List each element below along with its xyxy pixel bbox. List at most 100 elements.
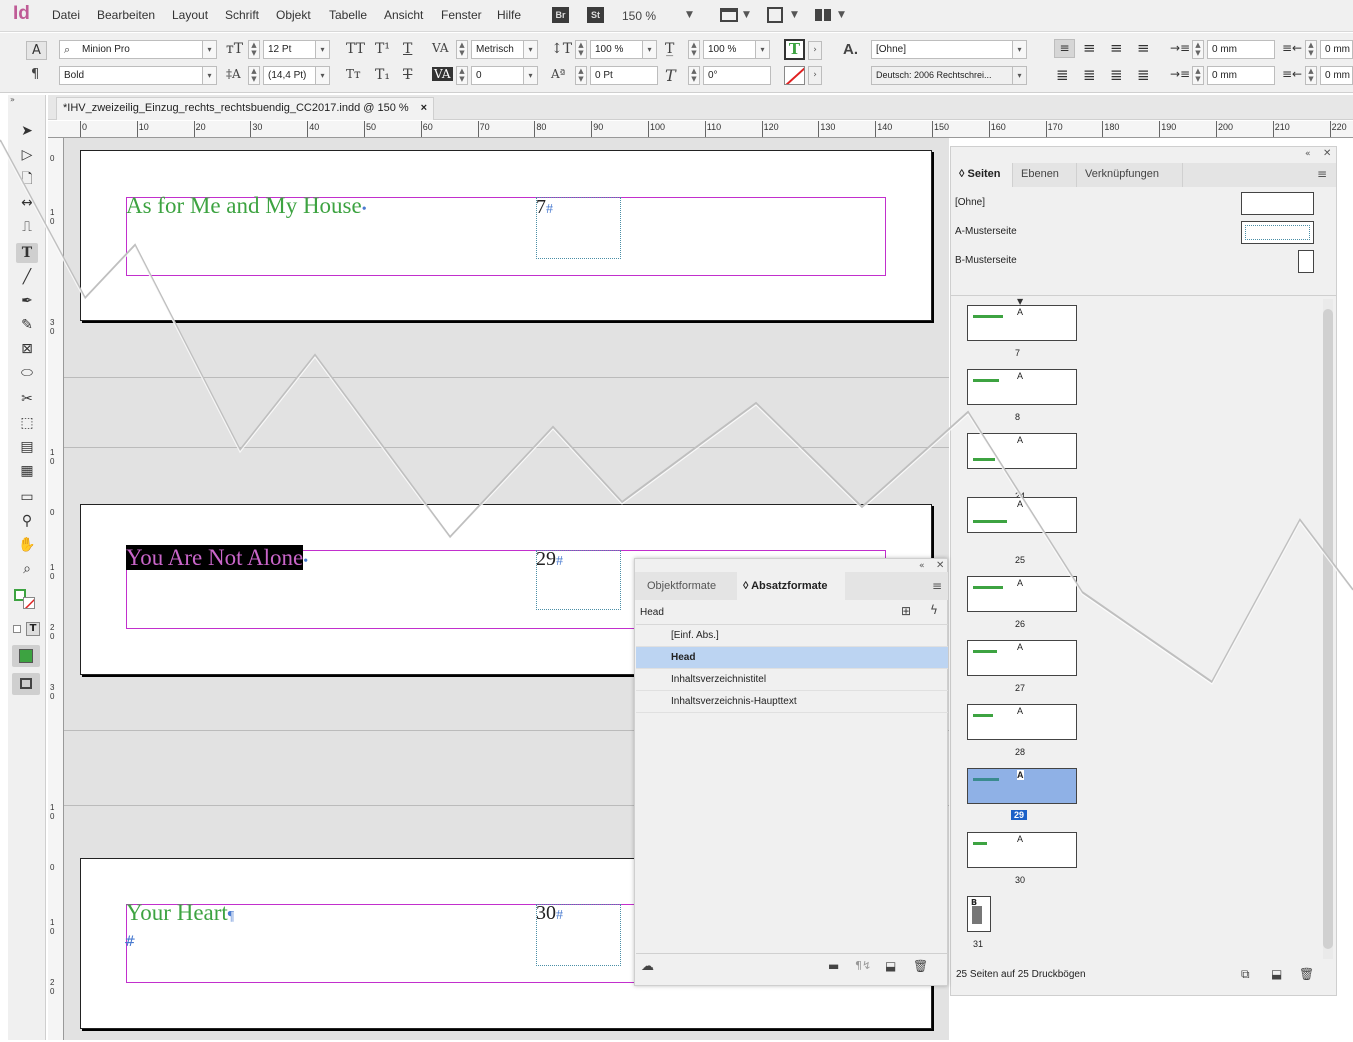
document-tab[interactable]: *IHV_zweizeilig_Einzug_rechts_rechtsbuen… bbox=[56, 97, 435, 120]
style-item-head-selected[interactable]: Head bbox=[636, 647, 948, 669]
stroke-color-dropdown[interactable]: › bbox=[808, 66, 822, 85]
delete-style-icon[interactable]: 🗑 bbox=[913, 959, 928, 973]
tracking-dropdown[interactable]: ▾ bbox=[523, 66, 538, 85]
page-tool-icon[interactable]: 🗋 bbox=[16, 169, 38, 189]
zoom-level[interactable]: 150 % bbox=[622, 9, 656, 23]
chevron-down-icon[interactable]: ▼ bbox=[838, 10, 845, 20]
page-thumb-8[interactable]: A bbox=[967, 369, 1077, 405]
font-family-field[interactable]: Minion Pro bbox=[59, 40, 203, 59]
language-field[interactable]: Deutsch: 2006 Rechtschrei... bbox=[871, 66, 1013, 85]
scissors-tool-icon[interactable]: ✂ bbox=[16, 389, 38, 409]
last-line-indent-field[interactable]: 0 mm bbox=[1320, 66, 1353, 85]
collapse-toolbox-icon[interactable]: » bbox=[10, 95, 15, 104]
first-line-indent-field[interactable]: 0 mm bbox=[1207, 66, 1275, 85]
master-none-thumb[interactable] bbox=[1241, 192, 1314, 215]
all-caps-icon[interactable]: TT bbox=[346, 41, 365, 57]
font-style-field[interactable]: Bold bbox=[59, 66, 203, 85]
vertical-scale-dropdown[interactable]: ▾ bbox=[642, 40, 657, 59]
tracking-stepper[interactable]: ▲ ▼ bbox=[456, 66, 468, 85]
font-size-dropdown[interactable]: ▾ bbox=[315, 40, 330, 59]
menu-datei[interactable]: Datei bbox=[52, 8, 80, 22]
character-style-field[interactable]: [Ohne] bbox=[871, 40, 1013, 59]
baseline-shift-stepper[interactable]: ▲ ▼ bbox=[575, 66, 587, 85]
paragraph-mode-button[interactable]: ¶ bbox=[31, 67, 39, 82]
menu-objekt[interactable]: Objekt bbox=[276, 8, 311, 22]
align-towards-spine-icon[interactable]: ≡ bbox=[1137, 39, 1150, 57]
apply-color-button[interactable] bbox=[12, 645, 40, 667]
language-dropdown[interactable]: ▾ bbox=[1012, 66, 1027, 85]
menu-tabelle[interactable]: Tabelle bbox=[329, 8, 367, 22]
tab-absatzformate[interactable]: ◊ Absatzformate bbox=[737, 572, 845, 600]
formatting-container-icon[interactable] bbox=[13, 625, 21, 633]
align-center-icon[interactable]: ≡ bbox=[1083, 39, 1096, 57]
screen-mode-icon[interactable] bbox=[767, 7, 783, 23]
arrange-documents-icon[interactable] bbox=[815, 9, 831, 21]
chevron-down-icon[interactable]: ▼ bbox=[743, 10, 750, 20]
kerning-dropdown[interactable]: ▾ bbox=[523, 40, 538, 59]
gradient-swatch-tool-icon[interactable]: ▤ bbox=[16, 437, 38, 457]
zoom-dropdown-icon[interactable]: ▼ bbox=[686, 10, 693, 20]
vertical-scale-field[interactable]: 100 % bbox=[590, 40, 643, 59]
stroke-swatch-icon[interactable] bbox=[23, 597, 35, 609]
create-style-from-selection-icon[interactable]: ⊞ bbox=[901, 604, 911, 618]
pencil-tool-icon[interactable]: ✎ bbox=[16, 315, 38, 335]
pen-tool-icon[interactable]: ✒ bbox=[16, 291, 38, 311]
underline-icon[interactable]: T bbox=[403, 41, 412, 57]
note-tool-icon[interactable]: ▭ bbox=[16, 487, 38, 507]
horizontal-ruler[interactable]: 0 10 20 30 40 50 60 70 80 90 100 110 120 130 140 150 160… bbox=[48, 121, 1353, 138]
collapse-panel-icon[interactable]: « bbox=[1305, 149, 1311, 159]
leading-dropdown[interactable]: ▾ bbox=[315, 66, 330, 85]
font-size-field[interactable]: 12 Pt bbox=[263, 40, 316, 59]
page-thumb-25[interactable]: A bbox=[967, 497, 1077, 533]
font-style-dropdown[interactable]: ▾ bbox=[202, 66, 217, 85]
master-b[interactable]: B-Musterseite bbox=[955, 255, 1017, 266]
fill-color-dropdown[interactable]: › bbox=[808, 41, 822, 60]
close-icon[interactable]: ✕ bbox=[936, 560, 944, 571]
character-mode-button[interactable]: A bbox=[26, 41, 47, 60]
heading-text[interactable]: Your Heart¶ bbox=[126, 900, 234, 926]
superscript-icon[interactable]: T¹ bbox=[375, 41, 390, 57]
style-item-inhaltsverzeichnis-haupttext[interactable]: Inhaltsverzeichnis-Haupttext bbox=[636, 691, 948, 713]
line-tool-icon[interactable]: ╱ bbox=[16, 267, 38, 287]
content-collector-icon[interactable]: ⎍ bbox=[16, 217, 38, 237]
tab-seiten[interactable]: ◊ Seiten bbox=[951, 163, 1013, 187]
horizontal-scale-stepper[interactable]: ▲ ▼ bbox=[688, 40, 700, 59]
eyedropper-tool-icon[interactable]: ⚲ bbox=[16, 511, 38, 531]
type-tool-icon[interactable]: T bbox=[16, 243, 38, 263]
skew-stepper[interactable]: ▲ ▼ bbox=[688, 66, 700, 85]
page-thumb-29-selected[interactable]: A bbox=[967, 768, 1077, 804]
heading-text-selected[interactable]: You Are Not Alone• bbox=[126, 545, 308, 571]
vertical-ruler[interactable]: 0 1 0 3 0 1 0 0 1 0 2 0 3 0 1 0 0 1 0 2 0 bbox=[48, 138, 64, 1040]
first-line-indent-stepper[interactable]: ▲ ▼ bbox=[1192, 66, 1204, 85]
justify-all-icon[interactable]: ≣ bbox=[1137, 66, 1150, 84]
page-thumb-31[interactable]: B bbox=[967, 896, 991, 932]
page-size-icon[interactable]: ⧉ bbox=[1241, 967, 1250, 982]
left-indent-stepper[interactable]: ▲ ▼ bbox=[1192, 40, 1204, 59]
panel-menu-icon[interactable]: ≡ bbox=[1317, 167, 1327, 181]
heading-text[interactable]: As for Me and My House• bbox=[126, 193, 367, 219]
gap-tool-icon[interactable]: ↔ bbox=[16, 193, 38, 213]
gradient-feather-tool-icon[interactable]: ▦ bbox=[16, 461, 38, 481]
hand-tool-icon[interactable]: ✋ bbox=[16, 535, 38, 555]
character-style-dropdown[interactable]: ▾ bbox=[1012, 40, 1027, 59]
master-none[interactable]: [Ohne] bbox=[955, 197, 985, 208]
clear-overrides-icon[interactable]: ¶↯ bbox=[855, 959, 871, 972]
menu-ansicht[interactable]: Ansicht bbox=[384, 8, 423, 22]
leading-field[interactable]: (14,4 Pt) bbox=[263, 66, 316, 85]
skew-field[interactable]: 0° bbox=[703, 66, 771, 85]
baseline-shift-field[interactable]: 0 Pt bbox=[590, 66, 658, 85]
font-size-stepper[interactable]: ▲ ▼ bbox=[248, 40, 260, 59]
kerning-field[interactable]: Metrisch bbox=[471, 40, 524, 59]
page-thumb-28[interactable]: A bbox=[967, 704, 1077, 740]
free-transform-tool-icon[interactable]: ⬚ bbox=[16, 413, 38, 433]
subscript-icon[interactable]: T₁ bbox=[375, 67, 390, 83]
text-stroke-none-icon[interactable] bbox=[784, 66, 805, 85]
stock-button[interactable]: St bbox=[587, 7, 604, 23]
leading-stepper[interactable]: ▲ ▼ bbox=[248, 66, 260, 85]
collapse-panel-icon[interactable]: « bbox=[919, 561, 925, 571]
master-a-thumb[interactable] bbox=[1241, 221, 1314, 244]
chevron-down-icon[interactable]: ▼ bbox=[791, 10, 798, 20]
master-b-thumb[interactable] bbox=[1298, 250, 1314, 273]
formatting-text-icon[interactable]: T bbox=[26, 622, 40, 636]
page-thumb-7[interactable]: A bbox=[967, 305, 1077, 341]
